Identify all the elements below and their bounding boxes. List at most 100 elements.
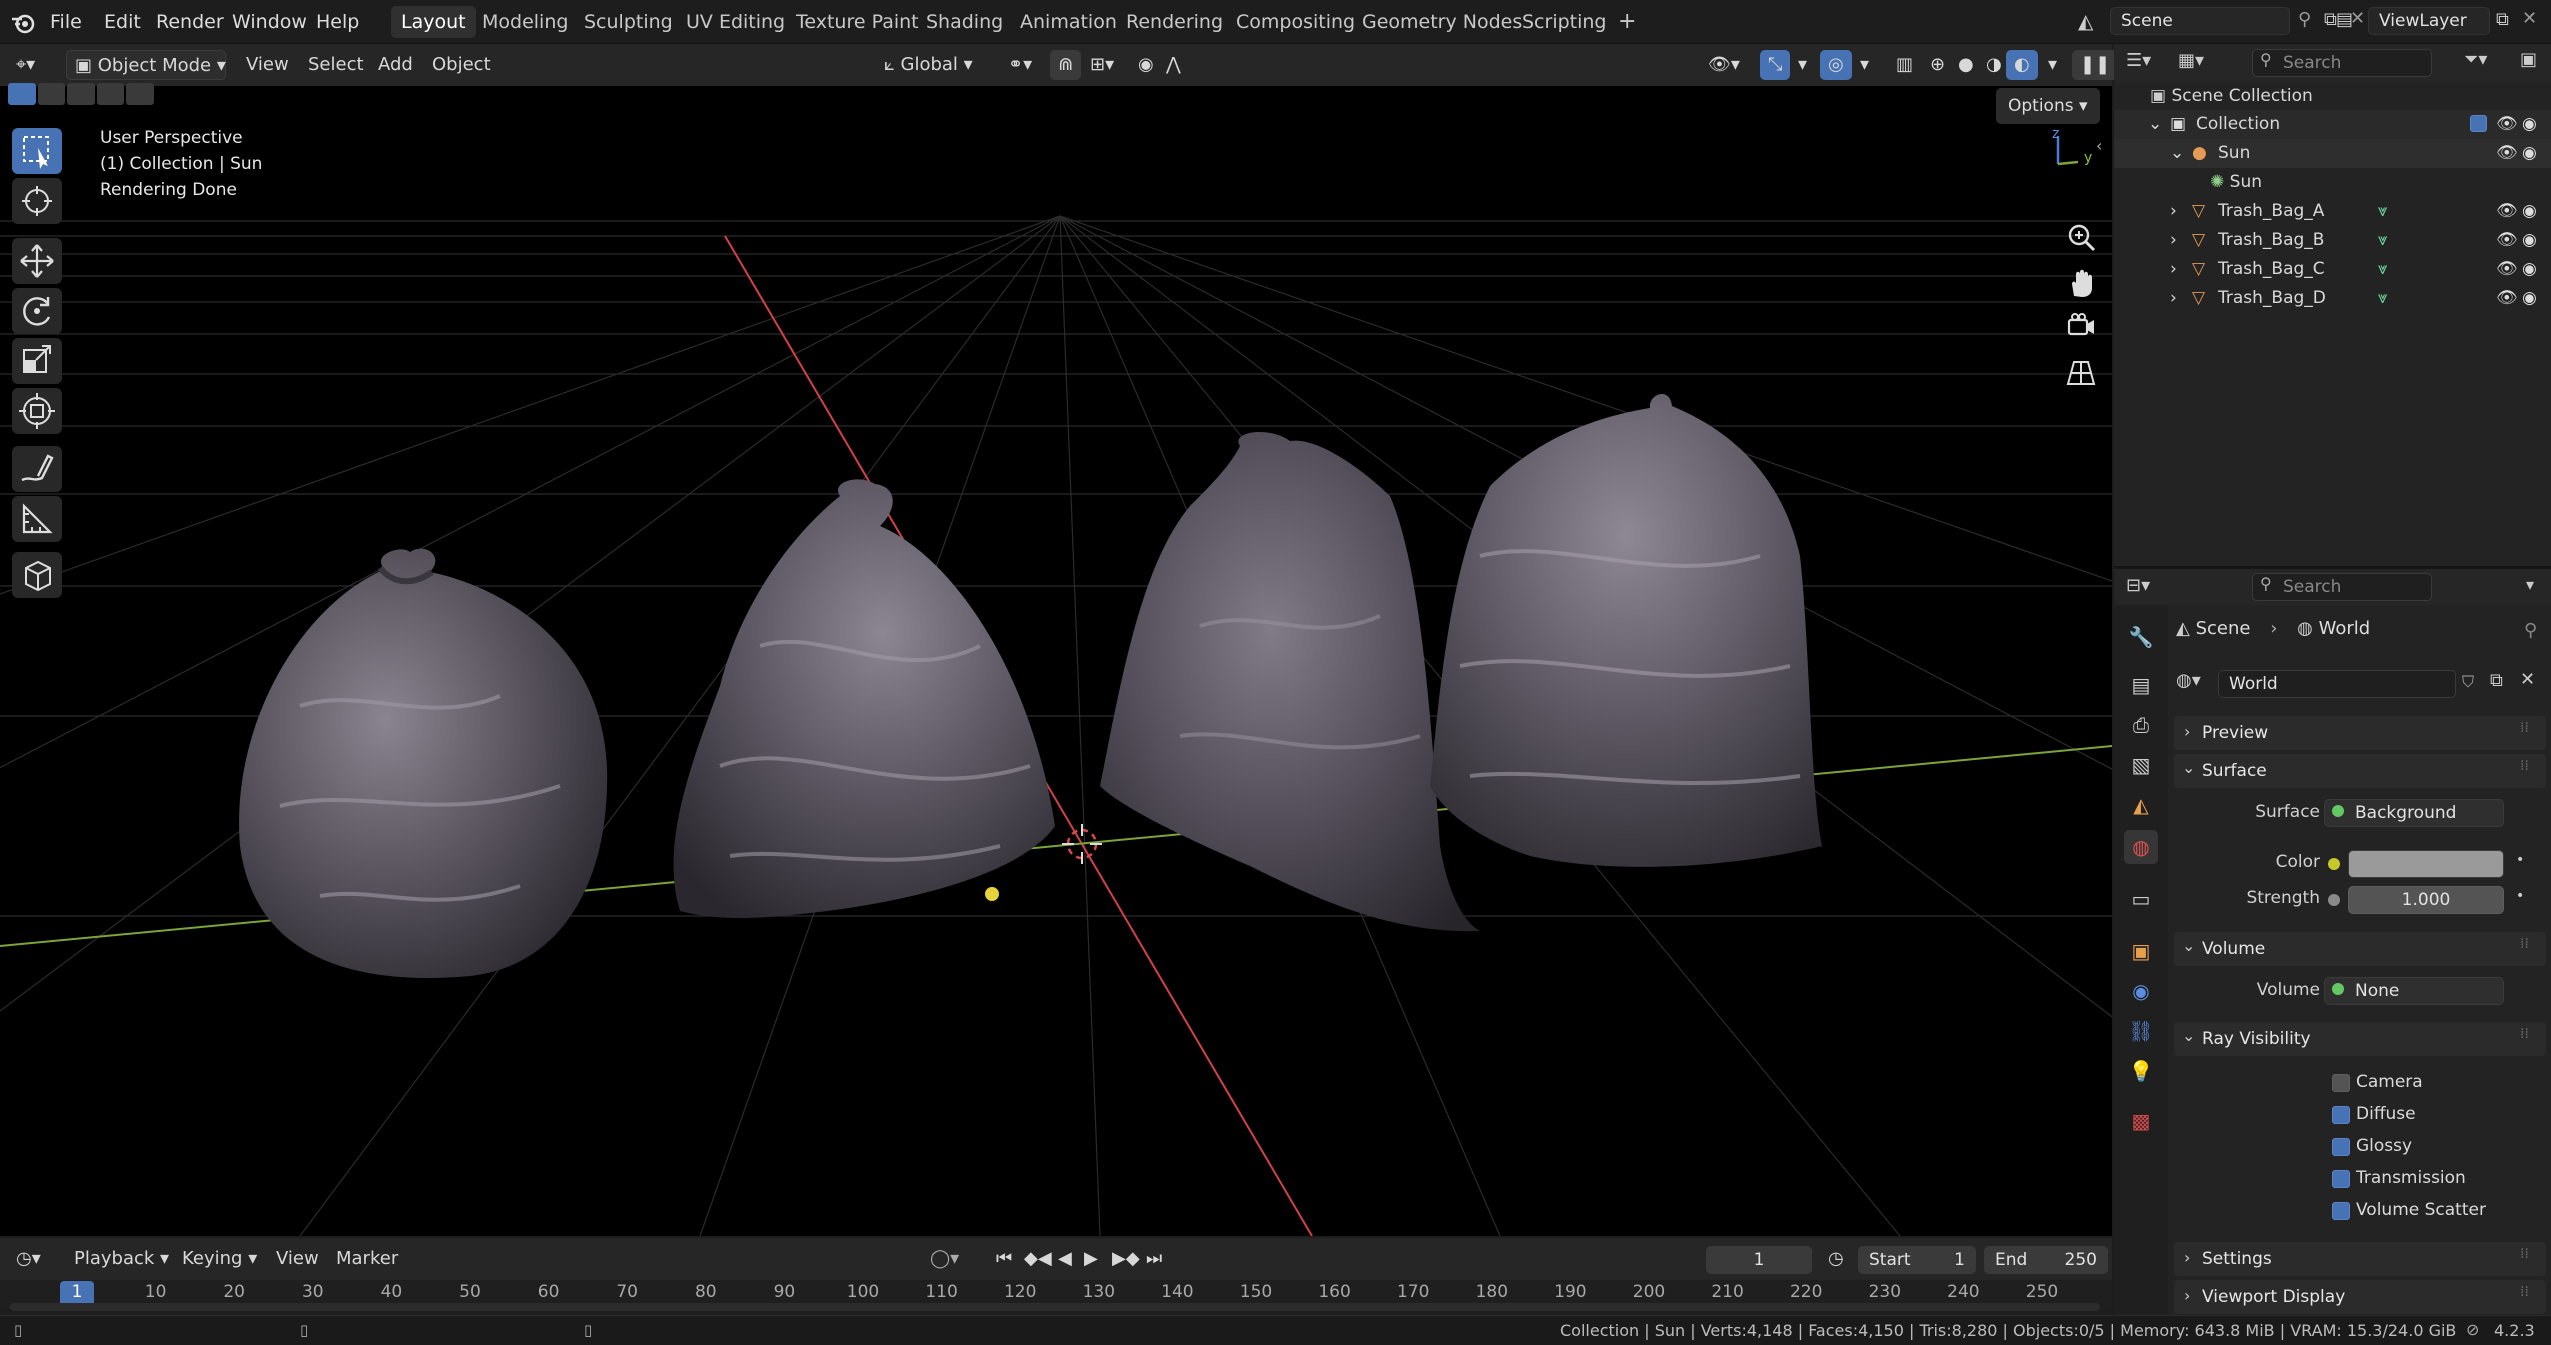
transmission-checkbox-label[interactable]: Transmission <box>2356 1168 2466 1188</box>
outliner-sun-row[interactable]: ⌄ ● Sun 👁 ◉ <box>2114 139 2551 168</box>
expand-object-icon[interactable]: › <box>2170 197 2177 226</box>
menu-select[interactable]: Select <box>300 50 372 80</box>
unlink-world-icon[interactable]: ✕ <box>2520 669 2535 690</box>
pan-hand-icon[interactable] <box>2064 266 2098 300</box>
select-box-tool[interactable] <box>12 128 62 174</box>
menu-file[interactable]: File <box>42 7 90 37</box>
object-render-icon[interactable]: ◉ <box>2522 255 2537 284</box>
expand-sun-icon[interactable]: ⌄ <box>2170 139 2184 168</box>
fake-user-shield-icon[interactable]: ⛉ <box>2462 672 2474 692</box>
menu-keying[interactable]: Keying ▾ <box>174 1244 265 1274</box>
camera-view-icon[interactable] <box>2064 310 2098 344</box>
keyframe-dot-icon[interactable]: • <box>2516 888 2524 904</box>
wireframe-shading-icon[interactable]: ⊕ <box>1922 50 1953 80</box>
cursor-tool[interactable] <box>12 178 62 224</box>
object-visibility-icon[interactable]: 👁 <box>2496 284 2518 313</box>
sidebar-toggle-icon[interactable]: ‹ <box>2096 136 2102 155</box>
breadcrumb-scene[interactable]: Scene <box>2196 618 2251 639</box>
play-icon[interactable]: ▶ <box>1076 1244 1106 1274</box>
drag-handle-icon[interactable]: ⁞⁞ <box>2520 1284 2529 1300</box>
scene-selector[interactable]: ◭ Scene ⚲ ⧉ ✕ <box>2078 7 2368 37</box>
select-intersect-icon[interactable] <box>126 83 154 105</box>
tab-shading[interactable]: Shading <box>916 6 1013 38</box>
menu-render[interactable]: Render <box>148 7 232 37</box>
expand-object-icon[interactable]: › <box>2170 226 2177 255</box>
drag-handle-icon[interactable]: ⁞⁞ <box>2520 758 2529 774</box>
object-visibility-icon[interactable]: 👁 <box>2496 197 2518 226</box>
collection-visibility-icon[interactable]: 👁 <box>2496 110 2518 139</box>
scale-tool[interactable] <box>12 338 62 384</box>
mesh-data-icon[interactable]: ⩔ <box>2378 197 2388 226</box>
value-socket-icon[interactable] <box>2328 894 2340 906</box>
pin-icon[interactable]: ⚲ <box>2524 620 2537 641</box>
properties-options-icon[interactable]: ▾ <box>2526 575 2534 594</box>
mode-dropdown[interactable]: ▣ Object Mode ▾ <box>66 50 226 80</box>
menu-view[interactable]: View <box>238 50 297 80</box>
overlays-toggle-icon[interactable]: ◎ <box>1820 50 1852 80</box>
pivot-point-icon[interactable]: ⚭▾ <box>1000 50 1040 80</box>
properties-search-input[interactable]: Search <box>2252 573 2432 601</box>
end-frame-field[interactable]: End 250 <box>1984 1246 2108 1274</box>
jump-end-icon[interactable]: ⏭ <box>1138 1244 1170 1274</box>
camera-checkbox-label[interactable]: Camera <box>2356 1072 2423 1092</box>
preview-panel-header[interactable]: Preview <box>2174 716 2546 750</box>
expand-object-icon[interactable]: › <box>2170 284 2177 313</box>
expand-collection-icon[interactable]: ⌄ <box>2148 110 2162 139</box>
proportional-editing-icon[interactable]: ◉ <box>1130 50 1162 80</box>
object-visibility-icon[interactable]: 👁 <box>2496 255 2518 284</box>
editor-type-icon[interactable]: ⌖▾ <box>8 50 43 80</box>
new-view-layer-icon[interactable]: ⧉ <box>2496 9 2509 30</box>
pause-render-icon[interactable]: ❚❚ <box>2072 50 2119 80</box>
snap-icon[interactable]: ⋒ <box>1050 50 1082 80</box>
volume-shader-field[interactable]: None <box>2324 977 2504 1005</box>
tab-compositing[interactable]: Compositing <box>1226 6 1365 38</box>
menu-object[interactable]: Object <box>424 50 499 80</box>
physics-tab-icon[interactable]: ◉ <box>2124 974 2158 1008</box>
sun-render-icon[interactable]: ◉ <box>2522 139 2537 168</box>
tab-uv-editing[interactable]: UV Editing <box>676 6 795 38</box>
outliner-scene-collection[interactable]: ▣ Scene Collection <box>2150 82 2313 111</box>
new-world-icon[interactable]: ⧉ <box>2490 670 2503 691</box>
volume-scatter-checkbox-label[interactable]: Volume Scatter <box>2356 1200 2486 1220</box>
menu-add[interactable]: Add <box>370 50 421 80</box>
collection-exclude-checkbox[interactable] <box>2470 115 2487 132</box>
blender-logo-icon[interactable] <box>10 10 36 36</box>
tab-modeling[interactable]: Modeling <box>472 6 578 38</box>
keyframe-dot-icon[interactable]: • <box>2516 852 2524 868</box>
trash-bag-d[interactable] <box>1430 393 1822 867</box>
trash-bag-b[interactable] <box>673 479 1055 919</box>
shading-dropdown-icon[interactable]: ▾ <box>2040 50 2065 80</box>
outliner-object-row[interactable]: › ▽ Trash_Bag_C ⩔ 👁 ◉ <box>2114 255 2551 284</box>
options-dropdown[interactable]: Options ▾ <box>1996 88 2100 124</box>
rotate-tool[interactable] <box>12 288 62 334</box>
drag-handle-icon[interactable]: ⁞⁞ <box>2520 936 2529 952</box>
drag-handle-icon[interactable]: ⁞⁞ <box>2520 1026 2529 1042</box>
xray-toggle-icon[interactable]: ▥ <box>1888 50 1921 80</box>
world-browse-icon[interactable]: ◍▾ <box>2176 670 2201 691</box>
tab-texture-paint[interactable]: Texture Paint <box>786 6 929 38</box>
new-scene-icon[interactable]: ⧉ <box>2324 9 2337 30</box>
object-tab-icon[interactable]: ▣ <box>2124 934 2158 968</box>
snap-target-icon[interactable]: ⊞▾ <box>1082 50 1122 80</box>
tool-tab-icon[interactable]: 🔧 <box>2124 620 2158 654</box>
outliner-sun-data-row[interactable]: ✺ Sun <box>2210 168 2262 197</box>
surface-shader-field[interactable]: Background <box>2324 799 2504 827</box>
texture-tab-icon[interactable]: ▩ <box>2124 1104 2158 1138</box>
gizmo-toggle-icon[interactable]: ⤡ <box>1760 50 1791 80</box>
transform-tool[interactable] <box>12 388 62 434</box>
drag-handle-icon[interactable]: ⁞⁞ <box>2520 720 2529 736</box>
falloff-icon[interactable]: ⋀ <box>1158 50 1189 80</box>
outliner-editor-type-icon[interactable]: ☰▾ <box>2126 50 2151 71</box>
filter-icon[interactable]: ⏷▾ <box>2464 49 2487 70</box>
menu-help[interactable]: Help <box>308 7 367 37</box>
select-new-icon[interactable] <box>8 83 36 105</box>
volume-scatter-checkbox[interactable] <box>2332 1202 2350 1220</box>
settings-panel-header[interactable]: Settings <box>2174 1242 2546 1276</box>
tab-sculpting[interactable]: Sculpting <box>574 6 683 38</box>
overlays-dropdown-icon[interactable]: ▾ <box>1852 50 1877 80</box>
display-mode-icon[interactable]: ▦▾ <box>2178 50 2204 71</box>
glossy-checkbox[interactable] <box>2332 1138 2350 1156</box>
tab-layout[interactable]: Layout <box>391 6 476 38</box>
menu-timeline-view[interactable]: View <box>268 1244 327 1274</box>
diffuse-checkbox-label[interactable]: Diffuse <box>2356 1104 2416 1124</box>
